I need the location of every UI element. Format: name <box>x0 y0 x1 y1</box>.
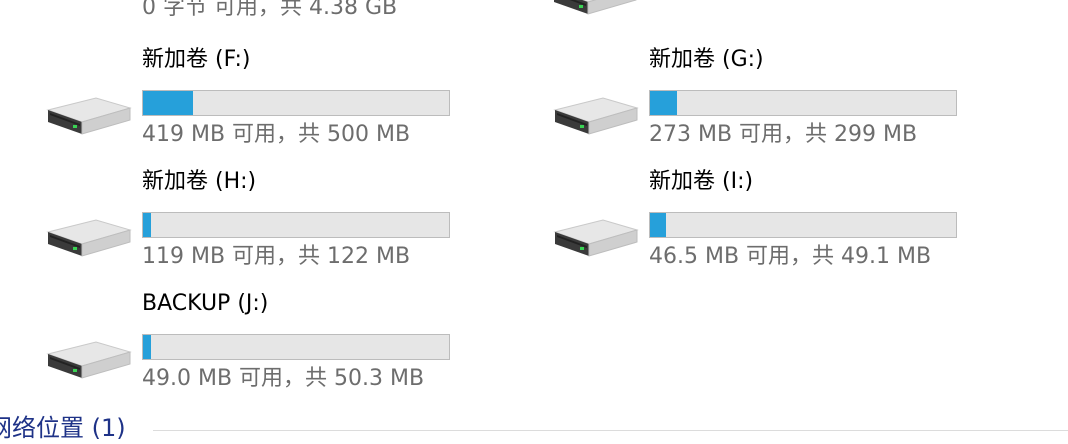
drive-label: 新加卷 (G:) <box>649 47 764 72</box>
drive-label: 新加卷 (I:) <box>649 169 754 194</box>
drive-usage-bar <box>142 334 450 360</box>
drive-j[interactable]: BACKUP (J:) 49.0 MB 可用，共 50.3 MB <box>42 290 462 402</box>
drive-size-text-partial: 0 字节 可用，共 4.38 GB <box>142 0 398 20</box>
drive-usage-bar <box>649 212 957 238</box>
hard-drive-icon <box>42 216 132 266</box>
hard-drive-icon <box>548 0 638 16</box>
hard-drive-icon <box>549 94 639 144</box>
drive-label: BACKUP (J:) <box>142 291 269 316</box>
drive-label: 新加卷 (F:) <box>142 47 251 72</box>
drive-usage-fill <box>143 335 151 359</box>
hard-drive-icon <box>42 338 132 388</box>
drive-usage-fill <box>650 91 677 115</box>
drive-size-text: 119 MB 可用，共 122 MB <box>142 244 411 269</box>
section-divider <box>153 430 1068 431</box>
drive-usage-bar <box>142 90 450 116</box>
drive-g[interactable]: 新加卷 (G:) 273 MB 可用，共 299 MB <box>549 46 969 158</box>
drive-size-text: 46.5 MB 可用，共 49.1 MB <box>649 244 932 269</box>
hard-drive-icon <box>549 216 639 266</box>
drive-usage-fill <box>650 213 667 237</box>
drive-size-text: 419 MB 可用，共 500 MB <box>142 122 411 147</box>
drive-i[interactable]: 新加卷 (I:) 46.5 MB 可用，共 49.1 MB <box>549 168 969 280</box>
drive-h[interactable]: 新加卷 (H:) 119 MB 可用，共 122 MB <box>42 168 462 280</box>
hard-drive-icon <box>42 94 132 144</box>
drive-usage-fill <box>143 213 151 237</box>
section-title: 网络位置 (1) <box>0 414 126 442</box>
drive-f[interactable]: 新加卷 (F:) 419 MB 可用，共 500 MB <box>42 46 462 158</box>
drive-usage-fill <box>143 91 193 115</box>
network-locations-section[interactable]: 网络位置 (1) <box>0 412 1068 442</box>
drive-usage-bar <box>142 212 450 238</box>
drive-label: 新加卷 (H:) <box>142 169 257 194</box>
drive-usage-bar <box>649 90 957 116</box>
drive-size-text: 49.0 MB 可用，共 50.3 MB <box>142 366 425 391</box>
drive-size-text: 273 MB 可用，共 299 MB <box>649 122 918 147</box>
